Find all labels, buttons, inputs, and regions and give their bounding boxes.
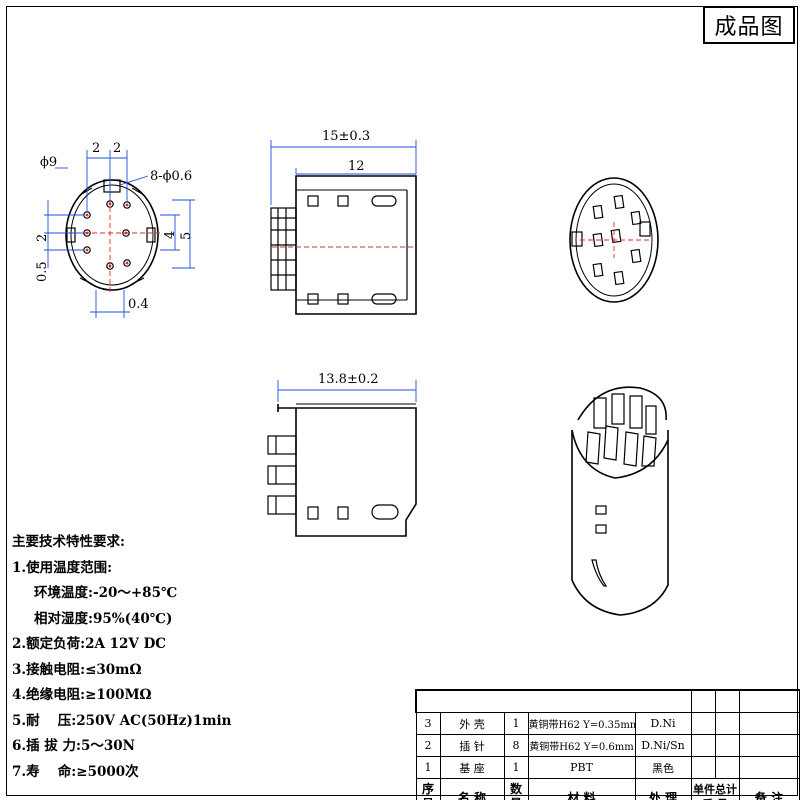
bom-row: 2 插 针 8 黄铜带H62 Y=0.6mm D.Ni/Sn: [415, 734, 800, 757]
spec-line: 相对湿度:95%(40℃): [34, 610, 173, 627]
dim-left-0-5: 0.5: [35, 261, 50, 282]
dim-right-5: 5: [179, 232, 194, 240]
drawing-sheet: 成品图 ϕ9 2 2 8-ϕ0.6 2 0.5 4 5 0.4 15±0.3 1…: [0, 0, 800, 800]
spec-line: 5.耐 压:250V AC(50Hz)1min: [12, 712, 232, 729]
bom-no: 3: [415, 712, 441, 735]
technical-requirements: 主要技术特性要求: 1.使用温度范围: 环境温度:-20～+85℃ 相对湿度:9…: [12, 530, 312, 785]
bill-of-materials: 3 外 壳 1 黄铜带H62 Y=0.35mm D.Ni 2 插 针 8 黄铜带…: [414, 689, 800, 800]
bom-finish: D.Ni/Sn: [634, 734, 692, 757]
bom-qty: 1: [503, 712, 529, 735]
face-view: [569, 177, 659, 303]
bom-qty: 1: [503, 756, 529, 779]
bom-material: 黄铜带H62 Y=0.6mm: [527, 734, 636, 757]
bom-material: PBT: [527, 756, 636, 779]
spec-line: 1.使用温度范围:: [12, 559, 113, 576]
bom-name: 基 座: [439, 756, 505, 779]
bom-header-material: 材 料: [527, 778, 636, 800]
bom-header-qty-top: 数: [509, 782, 522, 796]
bom-row: [414, 689, 800, 713]
bom-header-remarks: 备 注: [738, 778, 800, 800]
bom-material: 黄铜带H62 Y=0.35mm: [527, 712, 636, 735]
bom-header-unit: 单件: [693, 783, 716, 796]
dim-left-2: 2: [35, 234, 50, 242]
spec-line: 3.接触电阻:≤30mΩ: [12, 661, 142, 678]
dim-bottom-0-4: 0.4: [128, 297, 149, 312]
side-view-top: [270, 140, 417, 315]
dim-pin-count: 8-ϕ0.6: [150, 169, 192, 184]
bom-name: 外 壳: [439, 712, 505, 735]
bom-row: 3 外 壳 1 黄铜带H62 Y=0.35mm D.Ni: [415, 712, 800, 735]
dim-side-overall: 15±0.3: [322, 129, 370, 144]
dim-bottom-overall: 13.8±0.2: [318, 372, 379, 387]
spec-line: 6.插 拔 力:5～30N: [12, 738, 135, 754]
bom-qty: 8: [503, 734, 529, 757]
dim-pitch-a: 2: [92, 141, 100, 156]
bom-no: 1: [415, 756, 441, 779]
bom-row: 1 基 座 1 PBT 黑色: [415, 756, 800, 779]
dim-side-body: 12: [348, 159, 365, 174]
dim-diameter: ϕ9: [40, 155, 57, 170]
spec-heading: 主要技术特性要求:: [12, 534, 125, 550]
bom-header-no-top: 序: [421, 782, 434, 796]
bom-finish: D.Ni: [634, 712, 692, 735]
spec-line: 7.寿 命:≥5000次: [12, 763, 139, 780]
side-view-bottom: [267, 380, 417, 537]
bom-header-name: 名 称: [439, 778, 505, 800]
spec-line: 2.额定负荷:2A 12V DC: [12, 636, 167, 652]
bom-header-row: 序号 名 称 数量 材 料 处 理 单件总计 质 量 备 注: [415, 778, 800, 800]
front-pins: [83, 200, 131, 270]
perspective-view: [571, 386, 669, 616]
front-view-labels: ϕ9 2 2 8-ϕ0.6 2 0.5 4 5 0.4: [35, 141, 194, 312]
dim-pitch-b: 2: [113, 141, 121, 156]
spec-line: 环境温度:-20～+85℃: [34, 585, 178, 601]
bom-header-total: 总计: [715, 783, 738, 796]
spec-line: 4.绝缘电阻:≥100MΩ: [12, 687, 152, 703]
bom-finish: 黑色: [634, 756, 692, 779]
bom-name: 插 针: [439, 734, 505, 757]
bom-header-finish: 处 理: [634, 778, 692, 800]
dim-right-4: 4: [163, 231, 178, 239]
bom-no: 2: [415, 734, 441, 757]
